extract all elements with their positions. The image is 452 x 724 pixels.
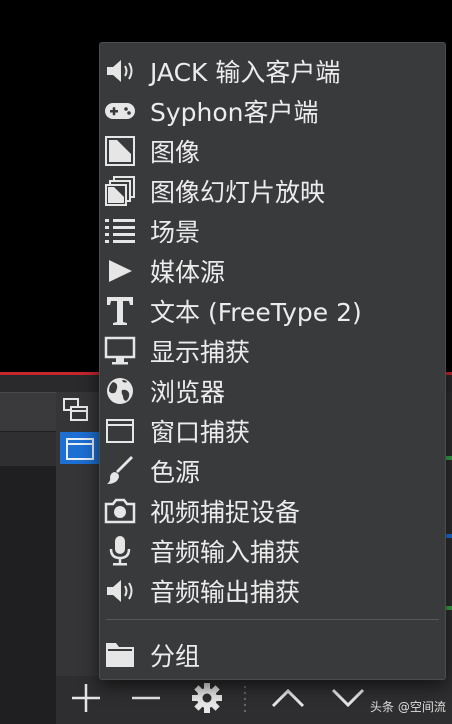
window-capture-icon (66, 437, 94, 461)
globe-icon (103, 374, 137, 408)
menu-item-label: 图像 (150, 138, 201, 167)
speaker-icon (103, 574, 137, 608)
menu-item-media-source[interactable]: 媒体源 (100, 251, 445, 291)
list-icon (103, 214, 137, 248)
chevron-down-icon[interactable] (326, 678, 370, 718)
menu-item-text-freetype[interactable]: 文本 (FreeType 2) (100, 291, 445, 331)
mixer-edge (446, 392, 452, 724)
mixer-level (446, 606, 452, 610)
gamepad-icon (103, 94, 137, 128)
menu-item-label: 图像幻灯片放映 (150, 178, 326, 207)
menu-item-image[interactable]: 图像 (100, 131, 445, 171)
menu-item-group[interactable]: 分组 (100, 635, 445, 675)
play-icon (103, 254, 137, 288)
slideshow-icon (103, 174, 137, 208)
menu-item-image-slideshow[interactable]: 图像幻灯片放映 (100, 171, 445, 211)
menu-item-window-capture[interactable]: 窗口捕获 (100, 411, 445, 451)
menu-item-scene[interactable]: 场景 (100, 211, 445, 251)
microphone-icon (103, 534, 137, 568)
window-icon (103, 414, 137, 448)
menu-item-label: 分组 (150, 642, 201, 671)
menu-item-label: 色源 (150, 458, 201, 487)
toolbar-separator (240, 678, 250, 718)
menu-item-label: 场景 (150, 218, 201, 247)
menu-item-audio-input-capture[interactable]: 音频输入捕获 (100, 531, 445, 571)
menu-item-color-source[interactable]: 色源 (100, 451, 445, 491)
menu-item-video-capture-device[interactable]: 视频捕捉设备 (100, 491, 445, 531)
chevron-up-icon[interactable] (266, 678, 310, 718)
remove-source-button[interactable] (124, 678, 168, 718)
scenes-dock-header (0, 392, 60, 432)
add-source-button[interactable] (64, 678, 108, 718)
image-icon (103, 134, 137, 168)
menu-item-label: 浏览器 (150, 378, 226, 407)
menu-item-label: 媒体源 (150, 258, 226, 287)
menu-item-browser[interactable]: 浏览器 (100, 371, 445, 411)
mixer-level (446, 534, 452, 538)
menu-item-label: 显示捕获 (150, 338, 251, 367)
scene-row[interactable] (0, 432, 56, 466)
menu-item-label: 视频捕捉设备 (150, 498, 301, 527)
menu-item-label: 窗口捕获 (150, 418, 251, 447)
scenes-list[interactable] (0, 431, 56, 724)
menu-item-jack-input[interactable]: JACK 输入客户端 (100, 51, 445, 91)
menu-item-label: Syphon客户端 (150, 98, 319, 127)
brush-icon (103, 454, 137, 488)
add-source-menu: JACK 输入客户端 Syphon客户端 图像 图像幻灯片放映 场景 媒体源 文… (99, 42, 446, 680)
watermark: 头条 @空间流 (370, 700, 446, 714)
menu-item-label: 音频输入捕获 (150, 538, 301, 567)
menu-separator (106, 619, 439, 620)
menu-item-audio-output-capture[interactable]: 音频输出捕获 (100, 571, 445, 611)
menu-item-label: JACK 输入客户端 (150, 58, 341, 87)
menu-item-label: 音频输出捕获 (150, 578, 301, 607)
menu-item-display-capture[interactable]: 显示捕获 (100, 331, 445, 371)
scene-icon (61, 396, 91, 426)
text-icon (103, 294, 137, 328)
monitor-icon (103, 334, 137, 368)
mixer-level (446, 456, 452, 460)
folder-icon (103, 638, 137, 672)
camera-icon (103, 494, 137, 528)
menu-item-syphon-client[interactable]: Syphon客户端 (100, 91, 445, 131)
speaker-icon (103, 54, 137, 88)
gear-icon[interactable] (185, 678, 229, 718)
menu-item-label: 文本 (FreeType 2) (150, 298, 362, 327)
